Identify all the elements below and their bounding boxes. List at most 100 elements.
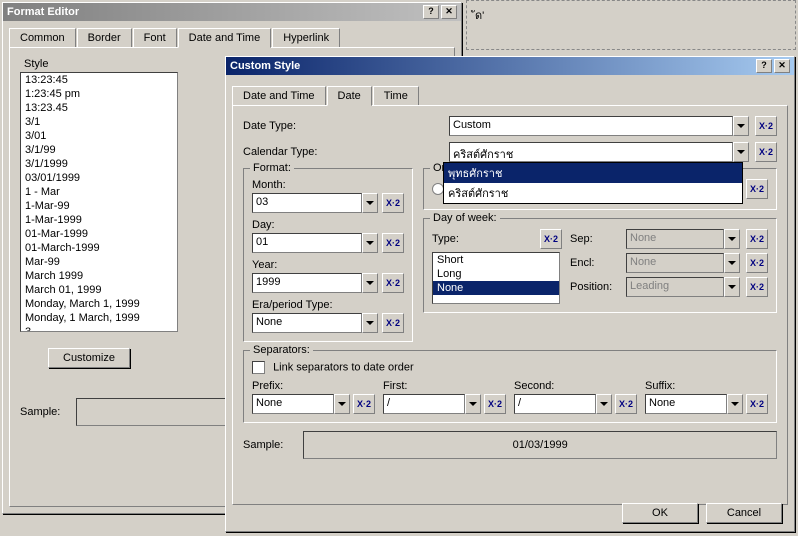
dow-type-listbox[interactable]: Short Long None [432,252,560,304]
calendar-type-formula-button[interactable]: X·2 [755,142,777,162]
style-item[interactable]: 1-Mar-99 [21,199,177,213]
suffix-combo[interactable]: None [645,394,743,414]
customize-button[interactable]: Customize [48,348,130,368]
suffix-value: None [645,394,727,414]
first-combo[interactable]: / [383,394,481,414]
style-item[interactable]: 3/1 [21,115,177,129]
cs-tab-date[interactable]: Date [327,86,372,106]
month-formula-button[interactable]: X·2 [382,193,404,213]
cs-close-button[interactable]: ✕ [774,59,790,73]
custom-style-titlebar: Custom Style ? ✕ [226,57,794,75]
dow-type-formula-button[interactable]: X·2 [540,229,562,249]
dow-encl-formula-button[interactable]: X·2 [746,253,768,273]
chevron-down-icon[interactable] [727,394,743,414]
year-combo[interactable]: 1999 [252,273,378,293]
tab-font[interactable]: Font [133,28,177,48]
chevron-down-icon [724,229,740,249]
dow-sep-combo: None [626,229,740,249]
chevron-down-icon[interactable] [596,394,612,414]
cs-tab-time[interactable]: Time [373,86,419,106]
link-separators-checkbox[interactable] [252,361,265,374]
date-type-formula-button[interactable]: X·2 [755,116,777,136]
style-item[interactable]: 3/01 [21,129,177,143]
tab-date-time[interactable]: Date and Time [178,28,272,48]
chevron-down-icon[interactable] [362,273,378,293]
chevron-down-icon[interactable] [334,394,350,414]
date-type-value: Custom [449,116,733,136]
era-combo[interactable]: None [252,313,378,333]
style-item[interactable]: 1:23:45 pm [21,87,177,101]
dow-sep-label: Sep: [570,233,620,245]
chevron-down-icon[interactable] [362,233,378,253]
style-item[interactable]: 1-Mar-1999 [21,213,177,227]
close-button[interactable]: ✕ [441,5,457,19]
style-item[interactable]: 01-Mar-1999 [21,227,177,241]
dow-encl-label: Encl: [570,257,620,269]
style-item[interactable]: 3/1/1999 [21,157,177,171]
help-button[interactable]: ? [423,5,439,19]
dow-long[interactable]: Long [433,267,559,281]
style-item[interactable]: 3 [21,325,177,332]
calendar-type-combo[interactable]: คริสต์ศักราช [449,142,749,162]
month-combo[interactable]: 03 [252,193,378,213]
dow-type-label: Type: [432,233,459,245]
style-item[interactable]: March 1999 [21,269,177,283]
style-item[interactable]: 13:23.45 [21,101,177,115]
style-item[interactable]: Monday, March 1, 1999 [21,297,177,311]
order-formula-button[interactable]: X·2 [746,179,768,199]
era-label: Era/period Type: [252,299,404,311]
day-combo[interactable]: 01 [252,233,378,253]
cs-sample-box: 01/03/1999 [303,431,777,459]
style-item[interactable]: 01-March-1999 [21,241,177,255]
era-formula-button[interactable]: X·2 [382,313,404,333]
format-editor-titlebar: Format Editor ? ✕ [3,3,461,21]
style-item[interactable]: March 01, 1999 [21,283,177,297]
calendar-option-buddhist[interactable]: พุทธศักราช [444,163,742,183]
tab-common[interactable]: Common [9,28,76,48]
cs-help-button[interactable]: ? [756,59,772,73]
cs-tab-datetime[interactable]: Date and Time [232,86,326,106]
style-item[interactable]: 13:23:45 [21,73,177,87]
style-item[interactable]: Monday, 1 March, 1999 [21,311,177,325]
dow-sep-formula-button[interactable]: X·2 [746,229,768,249]
second-combo[interactable]: / [514,394,612,414]
style-item[interactable]: Mar-99 [21,255,177,269]
chevron-down-icon[interactable] [733,116,749,136]
ok-button[interactable]: OK [622,503,698,523]
date-type-label: Date Type: [243,120,343,132]
second-value: / [514,394,596,414]
chevron-down-icon [724,253,740,273]
day-formula-button[interactable]: X·2 [382,233,404,253]
chevron-down-icon[interactable] [362,193,378,213]
tab-border[interactable]: Border [77,28,132,48]
prefix-label: Prefix: [252,380,375,392]
calendar-type-dropdown[interactable]: พุทธศักราช คริสต์ศักราช [443,162,743,204]
chevron-down-icon[interactable] [733,142,749,162]
second-formula-button[interactable]: X·2 [615,394,637,414]
year-formula-button[interactable]: X·2 [382,273,404,293]
dow-position-formula-button[interactable]: X·2 [746,277,768,297]
chevron-down-icon [724,277,740,297]
chevron-down-icon[interactable] [362,313,378,333]
date-type-combo[interactable]: Custom [449,116,749,136]
era-value: None [252,313,362,333]
first-formula-button[interactable]: X·2 [484,394,506,414]
cancel-button[interactable]: Cancel [706,503,782,523]
dow-short[interactable]: Short [433,253,559,267]
style-item[interactable]: 03/01/1999 [21,171,177,185]
year-label: Year: [252,259,404,271]
dow-none[interactable]: None [433,281,559,295]
fe-sample-label: Sample: [20,406,60,418]
tab-hyperlink[interactable]: Hyperlink [272,28,340,48]
style-item[interactable]: 3/1/99 [21,143,177,157]
chevron-down-icon[interactable] [465,394,481,414]
suffix-formula-button[interactable]: X·2 [746,394,768,414]
prefix-combo[interactable]: None [252,394,350,414]
style-item[interactable]: 1 - Mar [21,185,177,199]
calendar-option-christian[interactable]: คริสต์ศักราช [444,183,742,203]
style-listbox[interactable]: 13:23:451:23:45 pm13:23.453/13/013/1/993… [20,72,178,332]
calendar-type-value: คริสต์ศักราช [449,142,733,162]
dow-position-combo: Leading [626,277,740,297]
prefix-formula-button[interactable]: X·2 [353,394,375,414]
format-editor-title: Format Editor [7,6,423,18]
